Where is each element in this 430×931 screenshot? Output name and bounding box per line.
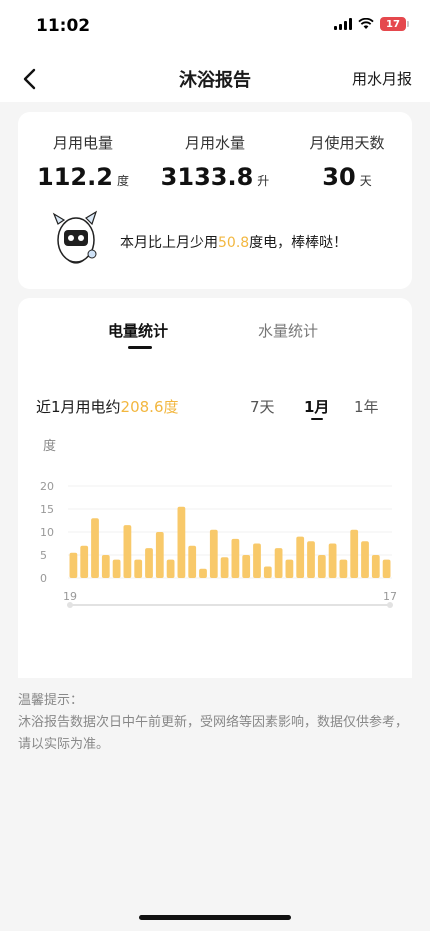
chart-bar[interactable] — [339, 559, 348, 578]
chart-bar[interactable] — [371, 555, 380, 578]
footer-text: 沐浴报告数据次日中午前更新，受网络等因素影响，数据仅供参考，请以实际为准。 — [18, 715, 409, 752]
y-axis-label: 度 — [43, 438, 56, 454]
chart-bar[interactable] — [307, 541, 315, 578]
chart-bar[interactable] — [145, 548, 153, 578]
stat-unit: 升 — [257, 174, 270, 188]
chart-bar[interactable] — [285, 559, 294, 578]
chart-bar[interactable] — [317, 555, 326, 578]
chart-bar[interactable] — [328, 543, 337, 579]
chart-bar[interactable] — [220, 557, 229, 578]
stat-days: 月使用天数 30 天 — [282, 132, 412, 191]
y-tick-label: 5 — [40, 549, 47, 562]
chart-bar[interactable] — [69, 552, 78, 578]
chart-bar[interactable] — [166, 559, 175, 578]
x-end-label: 17 — [383, 590, 397, 603]
chart-bar[interactable] — [263, 566, 272, 579]
stat-value: 112.2 — [37, 163, 113, 191]
range-7-days[interactable]: 7天 — [250, 396, 275, 417]
chart-bar[interactable] — [177, 506, 186, 578]
status-time: 11:02 — [36, 16, 91, 36]
mascot-icon — [52, 210, 98, 264]
electricity-bar-chart: 度 20 15 10 5 0 19 17 — [40, 438, 397, 608]
battery-icon: 17 — [380, 17, 409, 31]
usage-summary-value: 208.6度 — [120, 398, 179, 416]
y-tick-label: 10 — [40, 526, 54, 539]
home-indicator[interactable] — [139, 915, 291, 920]
chart-bar[interactable] — [274, 548, 283, 578]
tab-indicator — [128, 346, 152, 349]
chart-bar[interactable] — [80, 545, 89, 578]
y-tick-label: 0 — [40, 572, 47, 585]
nav-bar: 沐浴报告 用水月报 — [0, 56, 430, 102]
chart-bar[interactable] — [199, 568, 207, 578]
stat-unit: 度 — [116, 174, 129, 188]
range-slider-end-handle[interactable] — [387, 602, 393, 608]
footer-note: 温馨提示： 沐浴报告数据次日中午前更新，受网络等因素影响，数据仅供参考，请以实际… — [18, 690, 412, 756]
y-tick-label: 15 — [40, 503, 54, 516]
tip-value: 50.8 — [218, 235, 250, 251]
stat-water: 月用水量 3133.8 升 — [150, 132, 280, 191]
chart-bar[interactable] — [253, 543, 261, 579]
chart-bar[interactable] — [382, 559, 391, 578]
stat-label: 月用电量 — [52, 134, 113, 152]
signal-icon — [334, 18, 352, 30]
chart-bar[interactable] — [91, 518, 99, 578]
status-bar: 11:02 17 — [0, 0, 430, 56]
chart-bar[interactable] — [350, 529, 359, 578]
stat-label: 月用水量 — [184, 134, 245, 152]
tab-electricity[interactable]: 电量统计 — [108, 320, 168, 341]
chart-bar[interactable] — [231, 538, 240, 578]
chart-bar[interactable] — [155, 532, 164, 578]
chart-bar[interactable] — [112, 559, 121, 578]
chart-card: 电量统计 水量统计 近1月用电约208.6度 7天 1月 1年 度 20 15 10 5… — [18, 298, 412, 678]
range-slider-start-handle[interactable] — [67, 602, 73, 608]
stat-electricity: 月用电量 112.2 度 — [18, 132, 148, 191]
y-tick-label: 20 — [40, 480, 54, 493]
comparison-tip: 本月比上月少用50.8度电，棒棒哒！ — [120, 232, 347, 252]
chart-bar[interactable] — [296, 536, 305, 578]
chart-bar[interactable] — [361, 541, 369, 578]
chart-bar[interactable] — [188, 545, 197, 578]
stat-unit: 天 — [359, 174, 372, 188]
usage-summary: 近1月用电约208.6度 — [36, 396, 179, 417]
tip-prefix: 本月比上月少用 — [120, 235, 218, 251]
chart-bar[interactable] — [101, 555, 110, 578]
wifi-icon — [358, 18, 374, 29]
footer-title: 温馨提示： — [18, 693, 84, 708]
chart-bar[interactable] — [209, 529, 218, 578]
monthly-report-link[interactable]: 用水月报 — [352, 68, 412, 89]
stat-label: 月使用天数 — [309, 134, 385, 152]
tab-water[interactable]: 水量统计 — [258, 320, 318, 341]
status-icons: 17 — [334, 17, 409, 31]
chart-bar[interactable] — [134, 559, 143, 578]
stat-value: 30 — [322, 163, 356, 191]
range-1-year[interactable]: 1年 — [354, 396, 379, 417]
usage-summary-prefix: 近1月用电约 — [36, 398, 121, 416]
summary-card: 月用电量 112.2 度 月用水量 3133.8 升 月使用天数 30 天 本月… — [18, 112, 412, 289]
chart-bar[interactable] — [242, 555, 251, 578]
range-indicator — [311, 418, 323, 420]
range-1-month[interactable]: 1月 — [304, 396, 329, 417]
x-start-label: 19 — [63, 590, 77, 603]
stat-value: 3133.8 — [160, 163, 254, 191]
chart-bar[interactable] — [123, 525, 132, 578]
tip-suffix: 度电，棒棒哒！ — [249, 235, 348, 251]
